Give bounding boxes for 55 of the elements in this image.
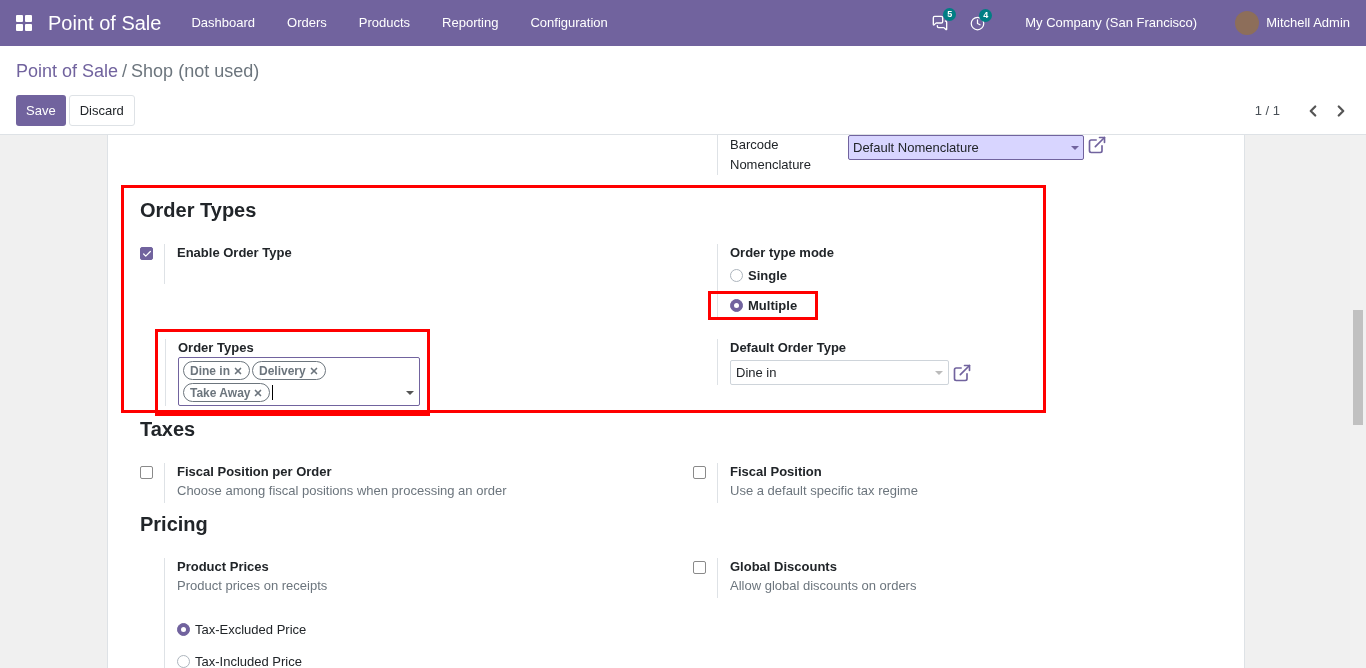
select-field[interactable]: Dine in xyxy=(730,360,949,385)
field-label: Barcode Nomenclature xyxy=(730,136,812,174)
menu-item[interactable]: Products xyxy=(342,13,427,33)
caret-icon[interactable] xyxy=(406,391,414,395)
chat-icon[interactable] xyxy=(932,15,949,31)
company-switcher[interactable]: My Company (San Francisco) xyxy=(1025,13,1198,33)
setting-label: Fiscal Position per Order xyxy=(177,463,333,481)
radio-label: Tax-Excluded Price xyxy=(195,621,307,639)
menu-item[interactable]: Reporting xyxy=(426,13,515,33)
discard-button[interactable]: Discard xyxy=(68,95,135,126)
setting-label: Product Prices xyxy=(177,558,270,576)
radio-label: Single xyxy=(748,267,787,285)
section-title: Pricing xyxy=(140,512,209,537)
external-link-icon[interactable] xyxy=(1087,135,1107,155)
radio-label: Tax-Included Price xyxy=(195,652,302,668)
setting-label: Global Discounts xyxy=(730,558,838,576)
pager-value: 1 / 1 xyxy=(1254,101,1280,120)
user-menu[interactable]: Mitchell Admin xyxy=(1266,13,1350,33)
apps-menu-icon[interactable] xyxy=(16,15,32,31)
menu-item[interactable]: Orders xyxy=(271,13,343,33)
setting-label: Default Order Type xyxy=(730,339,848,357)
breadcrumb-link[interactable]: Point of Sale xyxy=(16,58,119,85)
save-button[interactable]: Save xyxy=(16,95,66,126)
breadcrumb-separator: / xyxy=(122,60,128,83)
radio-label: Multiple xyxy=(748,296,798,315)
checkbox[interactable] xyxy=(140,247,153,260)
radio-button[interactable] xyxy=(177,654,190,668)
remove-icon[interactable] xyxy=(308,365,319,376)
breadcrumb-current: Shop (not used) xyxy=(131,60,260,83)
checkbox[interactable] xyxy=(140,466,153,479)
setting-description: Use a default specific tax regime xyxy=(730,482,918,500)
app-title[interactable]: Point of Sale xyxy=(48,8,162,38)
setting-description: Allow global discounts on orders xyxy=(730,577,917,595)
setting-label: Enable Order Type xyxy=(177,244,292,262)
remove-icon[interactable] xyxy=(233,365,243,376)
section-title: Taxes xyxy=(140,417,197,442)
radio-button[interactable] xyxy=(177,623,190,637)
radio-button[interactable] xyxy=(730,298,743,312)
setting-description: Product prices on receipts xyxy=(177,577,328,595)
menu-item[interactable]: Configuration xyxy=(514,13,624,33)
radio-button[interactable] xyxy=(730,269,743,283)
tags-field[interactable]: Dine in Delivery Take Away xyxy=(178,357,420,406)
select-field[interactable]: Default Nomenclature xyxy=(848,135,1084,160)
menu-item[interactable]: Dashboard xyxy=(175,13,272,33)
setting-label: Order Types xyxy=(178,339,255,357)
checkbox[interactable] xyxy=(693,466,706,479)
setting-description: Choose among fiscal positions when processing an order xyxy=(177,482,507,500)
setting-label: Fiscal Position xyxy=(730,463,823,481)
external-link-icon[interactable] xyxy=(952,362,972,383)
checkbox[interactable] xyxy=(693,561,706,574)
activities-badge: 4 xyxy=(979,8,993,22)
messages-badge: 5 xyxy=(943,8,957,21)
section-title: Order Types xyxy=(140,198,258,223)
setting-label: Order type mode xyxy=(730,244,835,262)
remove-icon[interactable] xyxy=(253,387,264,398)
